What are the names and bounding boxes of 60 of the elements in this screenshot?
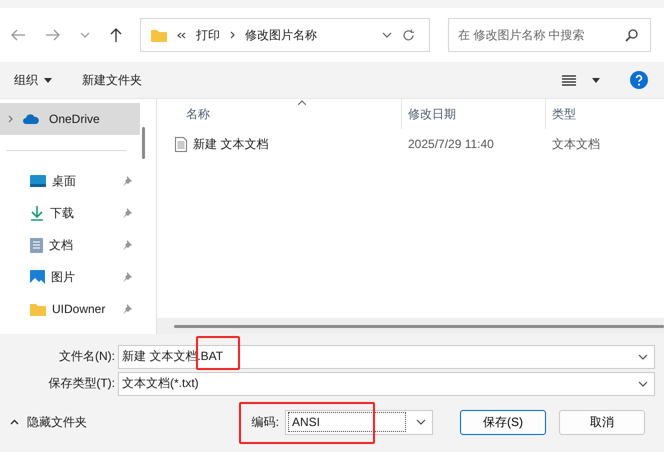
sidebar-item[interactable]: 图片 bbox=[0, 261, 140, 293]
list-view-icon[interactable] bbox=[562, 74, 576, 86]
up-icon[interactable] bbox=[109, 27, 123, 43]
organize-menu[interactable]: 组织 bbox=[14, 72, 38, 88]
chevron-right-icon[interactable] bbox=[8, 115, 13, 123]
download-icon bbox=[30, 206, 44, 220]
hide-folders-link[interactable]: 隐藏文件夹 bbox=[27, 414, 87, 430]
sidebar-item[interactable]: UIDowner bbox=[0, 293, 140, 325]
chevron-down-icon[interactable] bbox=[638, 354, 648, 360]
document-icon bbox=[30, 238, 43, 252]
scrollbar-thumb[interactable] bbox=[142, 127, 145, 159]
breadcrumb[interactable]: 修改图片名称 bbox=[245, 26, 317, 44]
folder-icon bbox=[30, 302, 46, 316]
desktop-icon bbox=[30, 175, 46, 187]
refresh-icon[interactable] bbox=[402, 28, 415, 42]
chevron-up-icon[interactable] bbox=[10, 419, 19, 425]
chevron-down-icon[interactable] bbox=[638, 380, 648, 386]
address-bar[interactable]: 打印 修改图片名称 bbox=[140, 18, 430, 52]
pin-icon[interactable] bbox=[122, 304, 132, 314]
new-folder-button[interactable]: 新建文件夹 bbox=[82, 72, 142, 88]
file-type: 文本文档 bbox=[551, 136, 601, 152]
text-file-icon bbox=[175, 136, 187, 152]
search-icon bbox=[625, 29, 638, 42]
modified-date: 2025/7/29 11:40 bbox=[407, 137, 495, 151]
highlight-frame bbox=[196, 336, 240, 370]
chevron-down-icon[interactable] bbox=[382, 32, 392, 38]
pin-icon[interactable] bbox=[122, 176, 132, 186]
caret-icon[interactable] bbox=[44, 78, 52, 82]
search-field[interactable]: 在 修改图片名称 中搜索 bbox=[448, 18, 651, 52]
file-type-dropdown[interactable]: 文本文档(*.txt) bbox=[118, 372, 655, 396]
forward-icon[interactable] bbox=[45, 28, 61, 42]
sidebar-item[interactable]: OneDrive bbox=[0, 103, 140, 135]
scrollbar-thumb[interactable] bbox=[174, 325, 664, 328]
filename-label: 文件名(N): bbox=[58, 348, 116, 365]
encoding-dropdown[interactable]: ANSI bbox=[285, 410, 433, 434]
sidebar-item[interactable]: 桌面 bbox=[0, 165, 140, 197]
sort-up-icon bbox=[298, 100, 306, 105]
back-icon[interactable] bbox=[10, 28, 26, 42]
pin-icon[interactable] bbox=[122, 208, 132, 218]
pin-icon[interactable] bbox=[122, 240, 132, 250]
column-header[interactable]: 名称 bbox=[157, 99, 401, 129]
chevron-down-icon[interactable] bbox=[416, 419, 426, 425]
folder-icon bbox=[151, 28, 167, 42]
cloud-icon bbox=[23, 114, 39, 124]
save-button[interactable]: 保存(S) bbox=[460, 410, 546, 434]
column-header[interactable]: 类型 bbox=[545, 99, 664, 129]
encoding-label: 编码: bbox=[252, 414, 279, 430]
chevron-right-icon bbox=[230, 31, 235, 39]
image-icon bbox=[30, 270, 45, 284]
file-type-label: 保存类型(T): bbox=[47, 375, 116, 392]
cancel-button[interactable]: 取消 bbox=[559, 410, 645, 434]
sidebar-item[interactable]: 下载 bbox=[0, 197, 140, 229]
caret-icon[interactable] bbox=[592, 78, 600, 82]
sidebar-item[interactable]: 文档 bbox=[0, 229, 140, 261]
pin-icon[interactable] bbox=[122, 272, 132, 282]
column-header[interactable]: 修改日期 bbox=[401, 99, 545, 129]
file-name[interactable]: 新建 文本文档 bbox=[193, 136, 268, 152]
breadcrumb[interactable]: 打印 bbox=[196, 26, 220, 44]
chevrons-left-icon[interactable] bbox=[177, 32, 186, 38]
help-icon[interactable] bbox=[630, 71, 648, 89]
